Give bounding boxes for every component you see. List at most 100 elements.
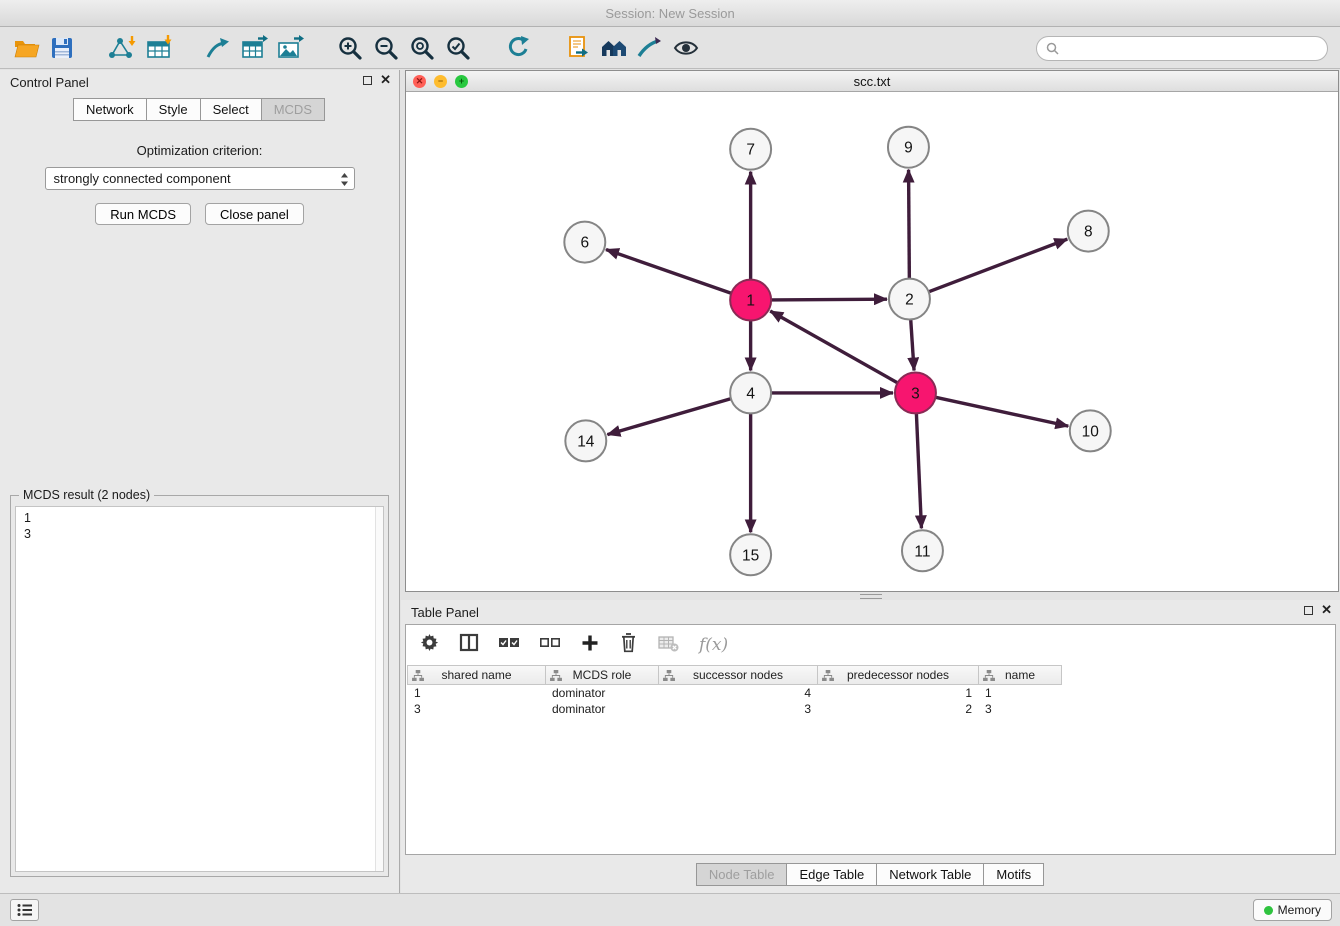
open-session-button[interactable]	[8, 31, 44, 65]
graph-node-2[interactable]: 2	[889, 279, 930, 320]
table-cell[interactable]: 2	[817, 701, 979, 717]
table-cell[interactable]: 1	[978, 685, 1062, 701]
graph-node-7[interactable]: 7	[730, 129, 771, 170]
result-scrollbar[interactable]	[375, 507, 383, 871]
tab-network-table[interactable]: Network Table	[876, 863, 984, 886]
close-window-icon[interactable]: ✕	[413, 75, 426, 88]
graph-edge-1-2[interactable]	[770, 299, 887, 300]
graph-node-6[interactable]: 6	[564, 222, 605, 263]
refresh-button[interactable]	[500, 31, 536, 65]
column-header-MCDS-role[interactable]: MCDS role	[545, 665, 659, 685]
zoom-in-icon	[337, 35, 363, 61]
graph-node-1[interactable]: 1	[730, 280, 771, 321]
graph-node-3[interactable]: 3	[895, 372, 936, 413]
graph-node-15[interactable]: 15	[730, 534, 771, 575]
function-builder-button[interactable]: f(x)	[699, 635, 728, 655]
graph-node-8[interactable]: 8	[1068, 211, 1109, 252]
select-all-columns-button[interactable]	[499, 636, 520, 654]
copy-view-button[interactable]	[560, 31, 596, 65]
tab-style[interactable]: Style	[146, 98, 201, 121]
show-columns-button[interactable]	[459, 633, 479, 657]
horizontal-splitter[interactable]	[401, 592, 1340, 600]
show-hide-button[interactable]	[668, 31, 704, 65]
network-canvas[interactable]: 7 9 6 8 1 2 4 3 14 10 15 11	[406, 92, 1338, 591]
mcds-result-line: 3	[24, 526, 375, 542]
svg-text:10: 10	[1082, 423, 1099, 440]
zoom-selected-button[interactable]	[440, 31, 476, 65]
criterion-dropdown[interactable]: strongly connected component	[45, 167, 355, 190]
create-column-button[interactable]	[581, 634, 599, 657]
column-header-successor-nodes[interactable]: successor nodes	[658, 665, 818, 685]
table-cell[interactable]: 3	[978, 701, 1062, 717]
tab-edge-table[interactable]: Edge Table	[786, 863, 877, 886]
deselect-all-columns-button[interactable]	[540, 636, 561, 654]
memory-button[interactable]: Memory	[1253, 899, 1332, 921]
close-table-panel-icon[interactable]: ✕	[1321, 604, 1332, 616]
tab-mcds[interactable]: MCDS	[261, 98, 325, 121]
save-session-button[interactable]	[44, 31, 80, 65]
zoom-fit-button[interactable]	[404, 31, 440, 65]
delete-table-button[interactable]	[658, 634, 679, 657]
export-image-icon	[276, 35, 304, 61]
table-cell[interactable]: 3	[658, 701, 818, 717]
graph-node-14[interactable]: 14	[565, 420, 606, 461]
new-network-button[interactable]	[200, 31, 236, 65]
tab-network[interactable]: Network	[73, 98, 147, 121]
mcds-result-title: MCDS result (2 nodes)	[19, 488, 154, 502]
graph-edge-2-3[interactable]	[911, 319, 914, 371]
table-cell[interactable]: 3	[407, 701, 546, 717]
task-history-button[interactable]	[10, 899, 39, 921]
first-neighbors-button[interactable]	[596, 31, 632, 65]
table-cell[interactable]: 1	[817, 685, 979, 701]
graph-node-10[interactable]: 10	[1070, 410, 1111, 451]
graph-edge-4-14[interactable]	[607, 398, 732, 434]
delete-column-button[interactable]	[619, 632, 638, 658]
float-table-panel-icon[interactable]	[1304, 606, 1313, 615]
import-network-button[interactable]	[104, 31, 140, 65]
export-table-button[interactable]	[236, 31, 272, 65]
graph-node-9[interactable]: 9	[888, 127, 929, 168]
search-input[interactable]	[1065, 41, 1318, 56]
network-window-titlebar[interactable]: ✕ − + scc.txt	[406, 71, 1338, 92]
table-cell[interactable]: 1	[407, 685, 546, 701]
tab-motifs[interactable]: Motifs	[983, 863, 1044, 886]
table-settings-button[interactable]	[420, 633, 439, 657]
column-header-name[interactable]: name	[978, 665, 1062, 685]
import-table-icon	[144, 35, 172, 61]
graph-edge-3-1[interactable]	[770, 311, 898, 383]
minimize-window-icon[interactable]: −	[434, 75, 447, 88]
column-header-shared-name[interactable]: shared name	[407, 665, 546, 685]
apply-style-button[interactable]	[632, 31, 668, 65]
graph-node-11[interactable]: 11	[902, 530, 943, 571]
graph-edge-2-8[interactable]	[928, 239, 1068, 292]
main-toolbar	[0, 28, 1340, 69]
table-cell[interactable]: dominator	[545, 685, 659, 701]
graph-edge-3-11[interactable]	[916, 412, 921, 528]
style-brush-icon	[637, 35, 663, 61]
run-mcds-button[interactable]: Run MCDS	[95, 203, 191, 225]
table-panel-title: Table Panel	[411, 605, 479, 620]
table-row[interactable]: 1dominator411	[408, 685, 1335, 701]
toolbar-search[interactable]	[1036, 36, 1328, 61]
graph-edge-2-9[interactable]	[909, 170, 910, 280]
import-table-button[interactable]	[140, 31, 176, 65]
maximize-window-icon[interactable]: +	[455, 75, 468, 88]
table-row[interactable]: 3dominator323	[408, 701, 1335, 717]
table-cell[interactable]: 4	[658, 685, 818, 701]
tab-select[interactable]: Select	[200, 98, 262, 121]
zoom-in-button[interactable]	[332, 31, 368, 65]
zoom-out-button[interactable]	[368, 31, 404, 65]
float-panel-icon[interactable]	[363, 76, 372, 85]
close-panel-icon[interactable]: ✕	[380, 74, 391, 86]
tab-node-table[interactable]: Node Table	[696, 863, 788, 886]
task-list-icon	[17, 903, 33, 917]
graph-edge-3-10[interactable]	[935, 397, 1069, 426]
control-panel: Control Panel ✕ NetworkStyleSelectMCDS O…	[0, 70, 400, 893]
export-image-button[interactable]	[272, 31, 308, 65]
graph-node-4[interactable]: 4	[730, 372, 771, 413]
table-cell[interactable]: dominator	[545, 701, 659, 717]
column-header-predecessor-nodes[interactable]: predecessor nodes	[817, 665, 979, 685]
column-type-icon	[663, 670, 675, 681]
close-panel-button[interactable]: Close panel	[205, 203, 304, 225]
graph-edge-1-6[interactable]	[606, 249, 732, 293]
